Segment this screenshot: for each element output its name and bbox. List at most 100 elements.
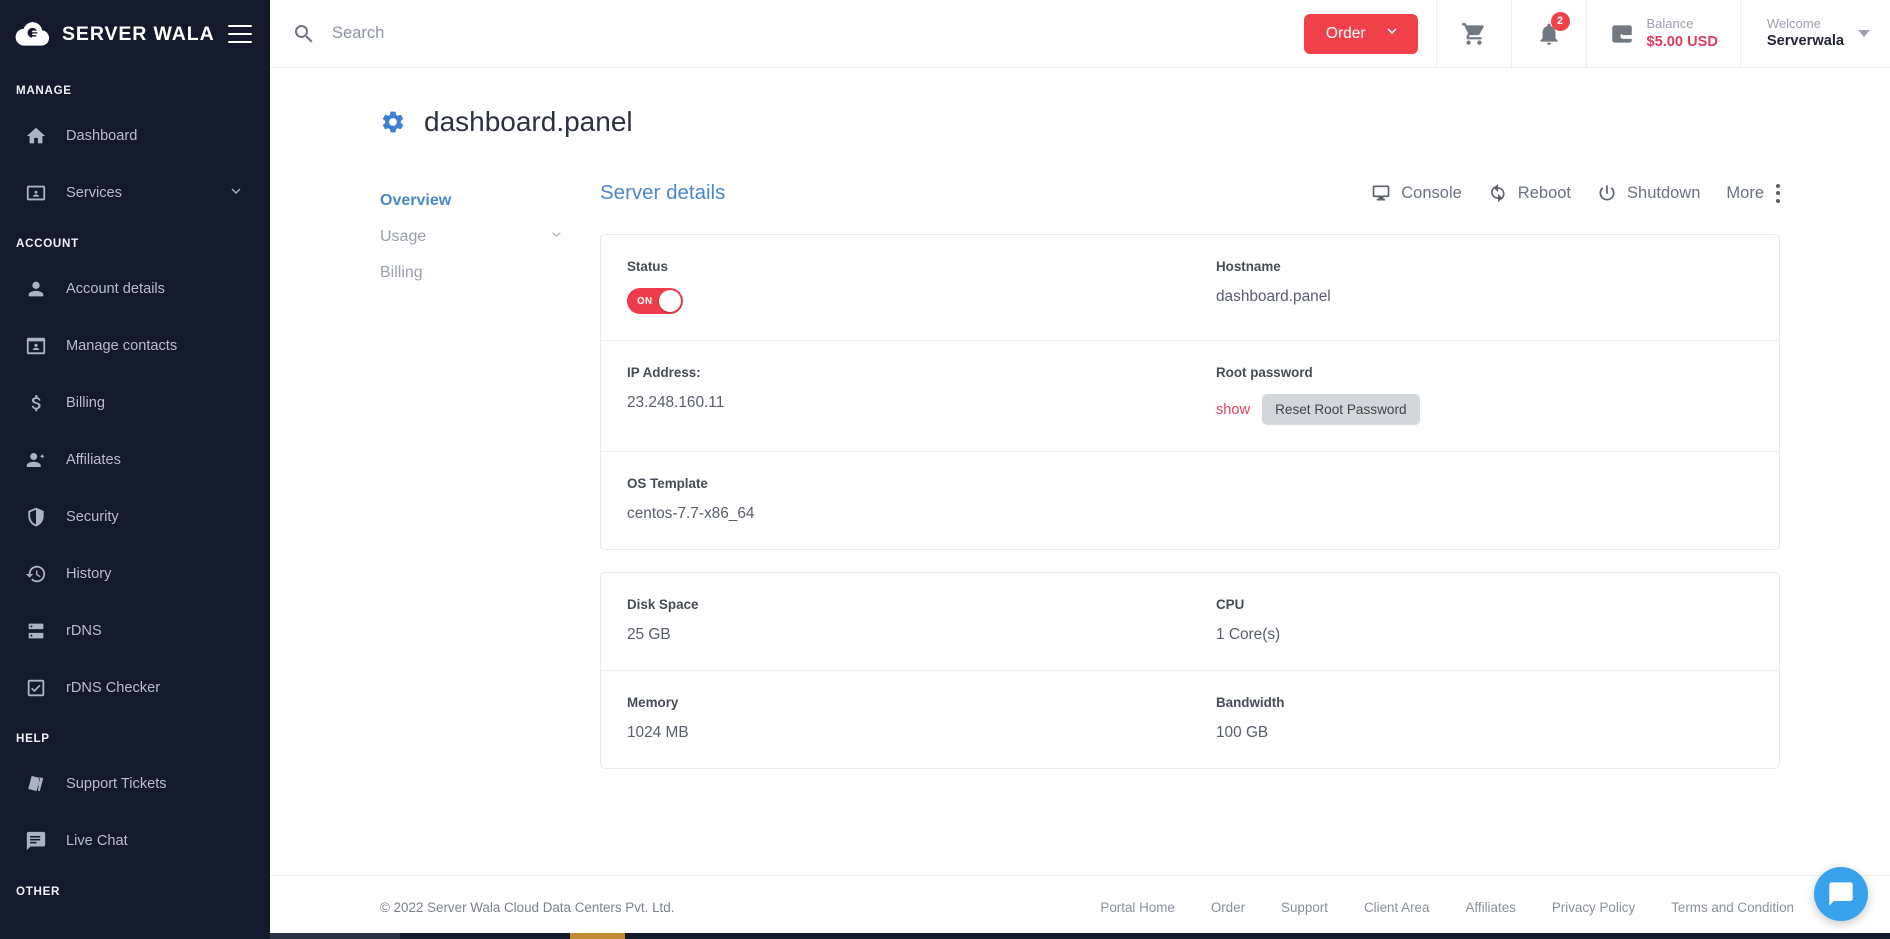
memory-cell: Memory 1024 MB [601, 671, 1190, 768]
show-password-link[interactable]: show [1216, 402, 1250, 418]
sidebar-item-dashboard[interactable]: Dashboard [0, 107, 270, 164]
monitor-icon [1372, 185, 1390, 201]
bandwidth-cell: Bandwidth 100 GB [1190, 671, 1779, 768]
search-input[interactable] [332, 24, 952, 43]
tab-usage[interactable]: Usage [380, 219, 600, 255]
sidebar-section-account: ACCOUNT [16, 237, 79, 250]
sidebar-item-account-details[interactable]: Account details [0, 260, 270, 317]
hostname-label: Hostname [1216, 259, 1281, 274]
balance-label: Balance [1646, 16, 1694, 32]
server-details-panel: Server details Console Reboot Shutdown M… [600, 176, 1890, 791]
tab-billing[interactable]: Billing [380, 255, 600, 291]
sidebar-item-live-chat[interactable]: Live Chat [0, 812, 270, 869]
sidebar-item-rdns-checker[interactable]: rDNS Checker [0, 659, 270, 716]
tab-label: Usage [380, 228, 427, 245]
refresh-icon [1490, 183, 1505, 203]
sidebar-item-label: rDNS Checker [66, 679, 161, 696]
hostname-cell: Hostname dashboard.panel [1190, 235, 1779, 340]
server-specs-card: Disk Space 25 GB CPU 1 Core(s) Memory 10… [600, 572, 1780, 769]
home-icon [24, 124, 48, 148]
bottom-seg-3 [400, 933, 570, 939]
chevron-down-icon[interactable] [549, 227, 564, 247]
notification-badge: 2 [1550, 11, 1570, 31]
page-title: dashboard.panel [424, 106, 633, 137]
sidebar-item-label: Billing [66, 394, 105, 411]
order-button-label: Order [1325, 24, 1366, 42]
shutdown-button[interactable]: Shutdown [1597, 183, 1700, 203]
cpu-cell: CPU 1 Core(s) [1190, 573, 1779, 670]
content-area: dashboard.panel Overview Usage Billing Ser… [270, 68, 1890, 939]
sidebar-item-label: Affiliates [66, 451, 121, 468]
cpu-value: 1 Core(s) [1216, 626, 1281, 643]
cart-button[interactable] [1435, 0, 1511, 68]
chat-bubble-icon [24, 829, 48, 853]
sidebar-item-label: Account details [66, 280, 165, 297]
footer-link-terms-and-condition[interactable]: Terms and Condition [1671, 900, 1794, 915]
root-password-controls: show Reset Root Password [1216, 394, 1753, 425]
more-button[interactable]: More [1726, 183, 1780, 203]
toggle-knob [659, 290, 681, 312]
footer: © 2022 Server Wala Cloud Data Centers Pv… [270, 875, 1890, 939]
sidebar-item-security[interactable]: Security [0, 488, 270, 545]
topbar: Order 2 Balance $5.00 USD [270, 0, 1890, 68]
bottom-seg-5 [625, 933, 1890, 939]
chat-launcher-icon[interactable] [1814, 867, 1868, 921]
bottom-seg-2 [270, 933, 400, 939]
server-details-header: Server details Console Reboot Shutdown M… [600, 176, 1780, 210]
notifications-button[interactable]: 2 [1510, 0, 1586, 68]
balance-button[interactable]: Balance $5.00 USD [1585, 0, 1740, 68]
reboot-button[interactable]: Reboot [1488, 183, 1571, 203]
gear-icon [380, 109, 406, 135]
chevron-down-icon [1384, 23, 1400, 44]
order-button[interactable]: Order [1303, 13, 1418, 54]
console-button[interactable]: Console [1371, 183, 1462, 203]
sidebar-item-history[interactable]: History [0, 545, 270, 602]
sidebar-nav: MANAGE Dashboard Services ACCOUNT Account de… [0, 68, 270, 908]
footer-link-privacy-policy[interactable]: Privacy Policy [1552, 900, 1635, 915]
sidebar-item-services[interactable]: Services [0, 164, 270, 221]
copyright-text: © 2022 Server Wala Cloud Data Centers Pv… [380, 900, 675, 915]
sidebar-item-rdns[interactable]: rDNS [0, 602, 270, 659]
tab-overview[interactable]: Overview [380, 183, 600, 219]
reset-root-password-button[interactable]: Reset Root Password [1262, 394, 1420, 425]
app-root: SERVER WALA MANAGE Dashboard Services ACCOU… [0, 0, 1890, 939]
sidebar-item-affiliates[interactable]: Affiliates [0, 431, 270, 488]
server-info-card: Status ON Hostname dashboard.panel IP Ad… [600, 234, 1780, 550]
ip-address-cell: IP Address: 23.248.160.11 [601, 341, 1190, 451]
footer-link-order[interactable]: Order [1211, 900, 1245, 915]
footer-link-affiliates[interactable]: Affiliates [1465, 900, 1515, 915]
footer-link-client-area[interactable]: Client Area [1364, 900, 1430, 915]
memory-label: Memory [627, 695, 679, 710]
shield-icon [24, 505, 48, 529]
brand-header: SERVER WALA [0, 0, 270, 68]
sidebar-item-label: Security [66, 508, 119, 525]
tab-label: Billing [380, 264, 423, 281]
tickets-icon [24, 772, 48, 796]
footer-link-portal-home[interactable]: Portal Home [1100, 900, 1174, 915]
user-menu-button[interactable]: Welcome Serverwala [1739, 0, 1890, 68]
sidebar-item-support-tickets[interactable]: Support Tickets [0, 755, 270, 812]
sidebar-item-billing[interactable]: Billing [0, 374, 270, 431]
cpu-label: CPU [1216, 597, 1245, 612]
sidebar-item-label: Support Tickets [66, 775, 167, 792]
tab-label: Overview [380, 192, 452, 209]
footer-link-support[interactable]: Support [1281, 900, 1328, 915]
root-password-label: Root password [1216, 365, 1313, 380]
shutdown-label: Shutdown [1627, 183, 1701, 202]
cloud-server-logo-icon [14, 19, 52, 49]
kebab-menu-icon[interactable] [1776, 183, 1780, 203]
sidebar-item-label: Dashboard [66, 127, 138, 144]
ip-password-row: IP Address: 23.248.160.11 Root password … [601, 341, 1779, 452]
hamburger-menu-icon[interactable] [228, 25, 252, 43]
history-clock-icon [24, 562, 48, 586]
os-template-cell: OS Template centos-7.7-x86_64 [601, 452, 1190, 549]
sidebar-item-manage-contacts[interactable]: Manage contacts [0, 317, 270, 374]
chevron-down-icon[interactable] [228, 183, 244, 203]
disk-cpu-row: Disk Space 25 GB CPU 1 Core(s) [601, 573, 1779, 671]
sidebar-item-label: rDNS [66, 622, 102, 639]
power-toggle[interactable]: ON [627, 288, 683, 314]
os-template-label: OS Template [627, 476, 708, 491]
os-template-empty-cell [1190, 452, 1779, 549]
contact-card-icon [24, 334, 48, 358]
page-header: dashboard.panel [270, 68, 1890, 138]
